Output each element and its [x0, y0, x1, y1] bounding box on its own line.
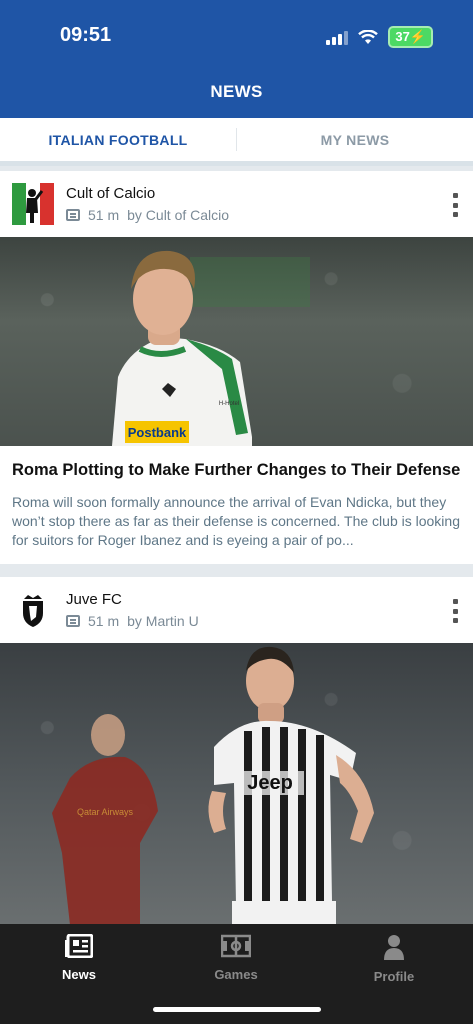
article-photo[interactable]: Qatar Airways Jeep — [0, 643, 473, 926]
article-icon — [66, 209, 80, 221]
signal-icon — [326, 29, 349, 45]
news-tabs: ITALIAN FOOTBALL MY NEWS — [0, 118, 473, 166]
app-header: 09:51 37⚡ NEWS — [0, 0, 473, 118]
wifi-icon — [358, 29, 379, 44]
article-author: by Martin U — [127, 613, 199, 630]
newspaper-icon — [65, 933, 94, 959]
pitch-icon — [220, 934, 252, 958]
nav-games-label: Games — [214, 967, 258, 982]
article-headline[interactable]: Roma Plotting to Make Further Changes to… — [12, 460, 461, 481]
article-meta: 51 m by Martin U — [66, 613, 199, 629]
home-indicator[interactable] — [153, 1007, 321, 1012]
news-feed: Cult of Calcio 51 m by Cult of Calcio Po… — [0, 171, 473, 926]
nav-games[interactable]: Games — [176, 934, 296, 982]
players-illustration: Qatar Airways Jeep — [52, 647, 374, 926]
source-name[interactable]: Cult of Calcio — [66, 185, 155, 202]
source-name[interactable]: Juve FC — [66, 591, 122, 608]
article-meta: 51 m by Cult of Calcio — [66, 207, 229, 223]
page-title: NEWS — [210, 82, 263, 101]
more-options-icon[interactable] — [451, 599, 459, 624]
photo-jersey-text: H-Hotel — [219, 401, 239, 407]
battery-level: 37 — [395, 29, 410, 44]
article-body: Roma Plotting to Make Further Changes to… — [0, 446, 473, 564]
nav-profile[interactable]: Profile — [334, 934, 454, 984]
article-header: Juve FC 51 m by Martin U — [0, 577, 473, 643]
player-illustration: Postbank H-Hotel — [112, 250, 310, 446]
juve-fc-logo — [23, 595, 43, 628]
article-card[interactable]: Juve FC 51 m by Martin U Qatar Airways J… — [0, 577, 473, 926]
article-photo[interactable]: Postbank H-Hotel — [0, 237, 473, 446]
nav-news[interactable]: News — [19, 933, 139, 982]
article-age: 51 m — [88, 613, 120, 630]
photo-sponsor-text: Jeep — [247, 772, 293, 794]
more-options-icon[interactable] — [451, 193, 459, 217]
article-icon — [66, 615, 80, 628]
status-time: 09:51 — [60, 24, 112, 46]
card-separator — [0, 564, 473, 578]
tab-my-news[interactable]: MY NEWS — [237, 118, 473, 161]
cult-of-calcio-logo — [12, 183, 54, 225]
status-icons: 37⚡ — [326, 26, 433, 48]
article-header: Cult of Calcio 51 m by Cult of Calcio — [0, 171, 473, 237]
article-summary: Roma will soon formally announce the arr… — [12, 494, 460, 549]
battery-icon: 37⚡ — [388, 26, 433, 48]
svg-text:Qatar Airways: Qatar Airways — [77, 807, 134, 817]
nav-profile-label: Profile — [373, 969, 415, 984]
article-age: 51 m — [88, 207, 120, 223]
nav-news-label: News — [62, 967, 96, 982]
tab-italian-football[interactable]: ITALIAN FOOTBALL — [0, 118, 236, 161]
article-card[interactable]: Cult of Calcio 51 m by Cult of Calcio Po… — [0, 171, 473, 565]
person-icon — [384, 935, 404, 960]
photo-sponsor-text: Postbank — [128, 425, 187, 440]
article-author: by Cult of Calcio — [127, 207, 230, 223]
